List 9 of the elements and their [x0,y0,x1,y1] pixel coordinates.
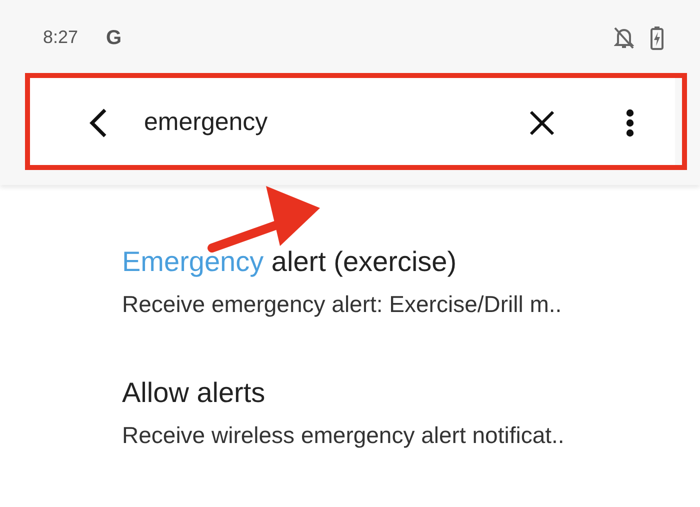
result-summary: Receive emergency alert: Exercise/Drill m.. [122,290,563,319]
back-button[interactable] [87,108,109,138]
clear-button[interactable] [529,110,555,136]
result-title[interactable]: Emergency alert (exercise) [122,245,700,279]
status-time: 8:27 [43,26,78,49]
app-letter: G [106,26,122,50]
result-summary: Receive wireless emergency alert notificat.. [122,420,566,450]
result-title[interactable]: Allow alerts [122,376,700,410]
more-options-button[interactable] [625,108,635,136]
